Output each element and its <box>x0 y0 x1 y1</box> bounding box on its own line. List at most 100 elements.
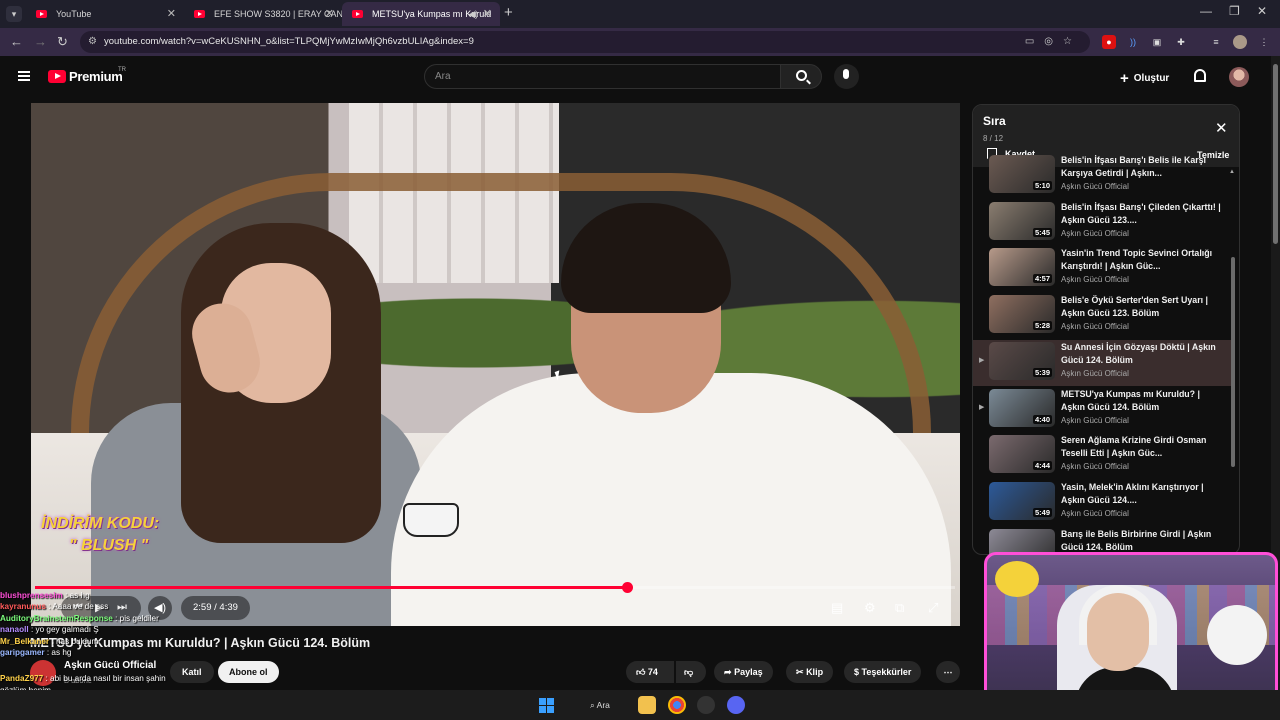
queue-item-duration: 5:45 <box>1032 227 1052 237</box>
queue-scroll-thumb[interactable] <box>1231 257 1235 467</box>
close-icon[interactable]: ✕ <box>1215 119 1228 137</box>
queue-item[interactable]: ▶ 5:39 Su Annesi İçin Gözyaşı Döktü | Aşkı… <box>973 339 1231 386</box>
chat-text: : as hg <box>62 591 90 600</box>
menu-icon[interactable] <box>18 71 30 81</box>
chat-username: blushprensesim <box>0 591 63 600</box>
queue-item-thumbnail[interactable]: 5:45 <box>989 201 1055 240</box>
windows-start-icon[interactable] <box>539 698 554 713</box>
clip-button[interactable]: ✂ Klip <box>786 661 834 683</box>
youtube-premium-logo[interactable]: Premium <box>69 69 123 84</box>
queue-item[interactable]: 5:49 Yasin, Melek'in Aklını Karıştırıyor … <box>973 480 1231 526</box>
queue-item[interactable]: 5:28 Belis'e Öykü Serter'den Sert Uyarı |… <box>973 293 1231 339</box>
close-tab-icon[interactable]: ✕ <box>483 2 492 26</box>
address-bar-actions[interactable]: ▭◎☆ <box>1025 31 1082 53</box>
thanks-button[interactable]: $ Teşekkürler <box>844 661 922 683</box>
tab-title: YouTube <box>56 9 92 19</box>
browser-tab[interactable]: EFE SHOW S3820 | ERAY CAN Ö ✕ <box>184 2 342 26</box>
chat-message: kayranunus : Aaaa ve de sss <box>0 601 320 612</box>
queue-item-thumbnail[interactable]: 5:28 <box>989 295 1055 334</box>
dislike-button[interactable]: 👎︎ <box>676 661 706 683</box>
back-icon[interactable]: ← <box>10 34 23 49</box>
youtube-favicon-icon <box>194 10 205 18</box>
stream-chat-overlay: blushprensesim : as hg kayranunus : Aaaa … <box>0 590 320 696</box>
more-actions-icon[interactable]: ⋯ <box>936 661 960 683</box>
search-button[interactable] <box>780 64 822 89</box>
forward-icon[interactable]: → <box>34 34 47 49</box>
chat-message: PandaZ977 : abi bu arda nasıl bir insan … <box>0 673 320 684</box>
address-bar[interactable]: ⚙ youtube.com/watch?v=wCeKUSNHN_o&list=T… <box>80 31 1090 53</box>
queue-item-channel: Aşkın Gücü Official <box>1061 275 1129 285</box>
subtitles-icon[interactable]: ▤ <box>831 600 843 616</box>
minimize-icon[interactable]: — <box>1200 4 1212 18</box>
close-tab-icon[interactable]: ✕ <box>167 2 176 26</box>
queue-item-thumbnail[interactable]: 4:44 <box>989 435 1055 474</box>
progress-bar[interactable] <box>35 582 955 593</box>
share-icon: ➦ <box>724 667 732 677</box>
browser-tab-active[interactable]: METSU'ya Kumpas mı Kuruld ◀) ✕ <box>342 2 500 26</box>
progress-scrubber[interactable] <box>621 582 633 593</box>
search-input[interactable]: Ara <box>424 64 781 89</box>
taskbar-search[interactable]: ⌕ Ara <box>580 697 620 714</box>
reading-list-icon[interactable]: ≡ <box>1209 35 1223 49</box>
settings-gear-icon[interactable]: ⚙ <box>864 600 876 616</box>
queue-item-thumbnail[interactable]: 5:39 <box>989 341 1055 380</box>
notifications-bell-icon[interactable] <box>1194 69 1206 82</box>
extension-red-icon[interactable]: ● <box>1102 35 1116 49</box>
youtube-header: Premium TR Ara + Oluştur <box>0 56 1270 100</box>
queue-item[interactable]: Barış ile Belis Birbirine Girdi | Aşkın … <box>973 527 1231 554</box>
chat-text: : Aaaa ve de sss <box>45 602 109 612</box>
search-icon <box>796 70 807 81</box>
close-window-icon[interactable]: ✕ <box>1257 4 1267 18</box>
thumbs-up-icon: 👍︎ <box>636 667 646 677</box>
share-label: Paylaş <box>734 667 763 677</box>
tab-search-dropdown-icon[interactable]: ▾ <box>6 6 22 22</box>
extension-audio-icon[interactable]: )) <box>1126 35 1140 49</box>
progress-played <box>35 586 627 589</box>
close-tab-icon[interactable]: ✕ <box>325 2 334 26</box>
maximize-icon[interactable]: ❐ <box>1229 4 1240 18</box>
youtube-favicon-icon <box>352 10 363 18</box>
queue-item-title: Barış ile Belis Birbirine Girdi | Aşkın … <box>1061 528 1212 552</box>
like-button[interactable]: 👍︎ 74 <box>626 661 674 683</box>
site-settings-icon[interactable]: ⚙ <box>88 31 97 53</box>
queue-item[interactable]: 5:10 Belis'in İfşası Barış'ı Belis ile Ka… <box>973 153 1231 199</box>
obs-icon[interactable] <box>697 696 715 714</box>
promo-code-overlay: İNDİRİM KODU: " BLUSH " <box>41 513 159 557</box>
voice-search-button[interactable] <box>834 64 859 89</box>
queue-item-thumbnail[interactable]: 5:49 <box>989 481 1055 520</box>
queue-item[interactable]: 4:57 Yasin'in Trend Topic Sevinci Ortalığ… <box>973 246 1231 292</box>
video-player[interactable]: İNDİRİM KODU: " BLUSH " ⏮ ▶ ⏭ ◀) 2:59 / … <box>31 103 960 626</box>
queue-item-title: Yasin, Melek'in Aklını Karıştırıyor | Aş… <box>1061 481 1204 505</box>
queue-item-thumbnail[interactable]: 4:40 <box>989 388 1055 427</box>
queue-item-title: Seren Ağlama Krizine Girdi Osman Teselli… <box>1061 435 1207 459</box>
browser-tab[interactable]: YouTube ✕ <box>26 2 184 26</box>
speaker-icon[interactable]: ◀) <box>468 2 478 26</box>
queue-item-title: Yasin'in Trend Topic Sevinci Ortalığı Ka… <box>1061 248 1213 272</box>
chrome-icon[interactable] <box>668 696 686 714</box>
scrollbar-thumb[interactable] <box>1273 64 1278 244</box>
taskbar-search-label: Ara <box>596 700 610 710</box>
queue-item[interactable]: ▶ 4:40 METSU'ya Kumpas mı Kuruldu? | Aşkın… <box>973 387 1231 433</box>
discord-icon[interactable] <box>727 696 745 714</box>
share-button[interactable]: ➦ Paylaş <box>714 661 773 683</box>
queue-item-channel: Aşkın Gücü Official <box>1061 415 1129 425</box>
account-avatar[interactable] <box>1229 67 1249 87</box>
queue-item-thumbnail[interactable]: 5:10 <box>989 155 1055 193</box>
tab-title: EFE SHOW S3820 | ERAY CAN Ö <box>214 9 342 19</box>
queue-item[interactable]: 5:45 Belis'in İfşası Barış'ı Çileden Çıka… <box>973 200 1231 246</box>
youtube-logo-icon[interactable] <box>48 70 66 83</box>
queue-item-thumbnail[interactable]: 4:57 <box>989 248 1055 287</box>
extensions-puzzle-icon[interactable]: ✚ <box>1174 35 1188 49</box>
profile-avatar-icon[interactable] <box>1233 35 1247 49</box>
queue-item[interactable]: 4:44 Seren Ağlama Krizine Girdi Osman Tes… <box>973 433 1231 479</box>
queue-list: ▲ 5:10 Belis'in İfşası Barış'ı Belis ile … <box>973 155 1239 554</box>
reload-icon[interactable]: ↻ <box>57 34 68 50</box>
browser-menu-icon[interactable]: ⋮ <box>1257 35 1271 49</box>
miniplayer-icon[interactable]: ⧉ <box>895 600 904 616</box>
file-explorer-icon[interactable] <box>638 696 656 714</box>
fullscreen-icon[interactable]: ⤢ <box>928 600 938 616</box>
plus-icon: + <box>1120 70 1129 87</box>
create-button[interactable]: + Oluştur <box>1120 68 1169 87</box>
extension-icon[interactable]: ▣ <box>1150 35 1164 49</box>
new-tab-button[interactable]: + <box>504 4 513 21</box>
